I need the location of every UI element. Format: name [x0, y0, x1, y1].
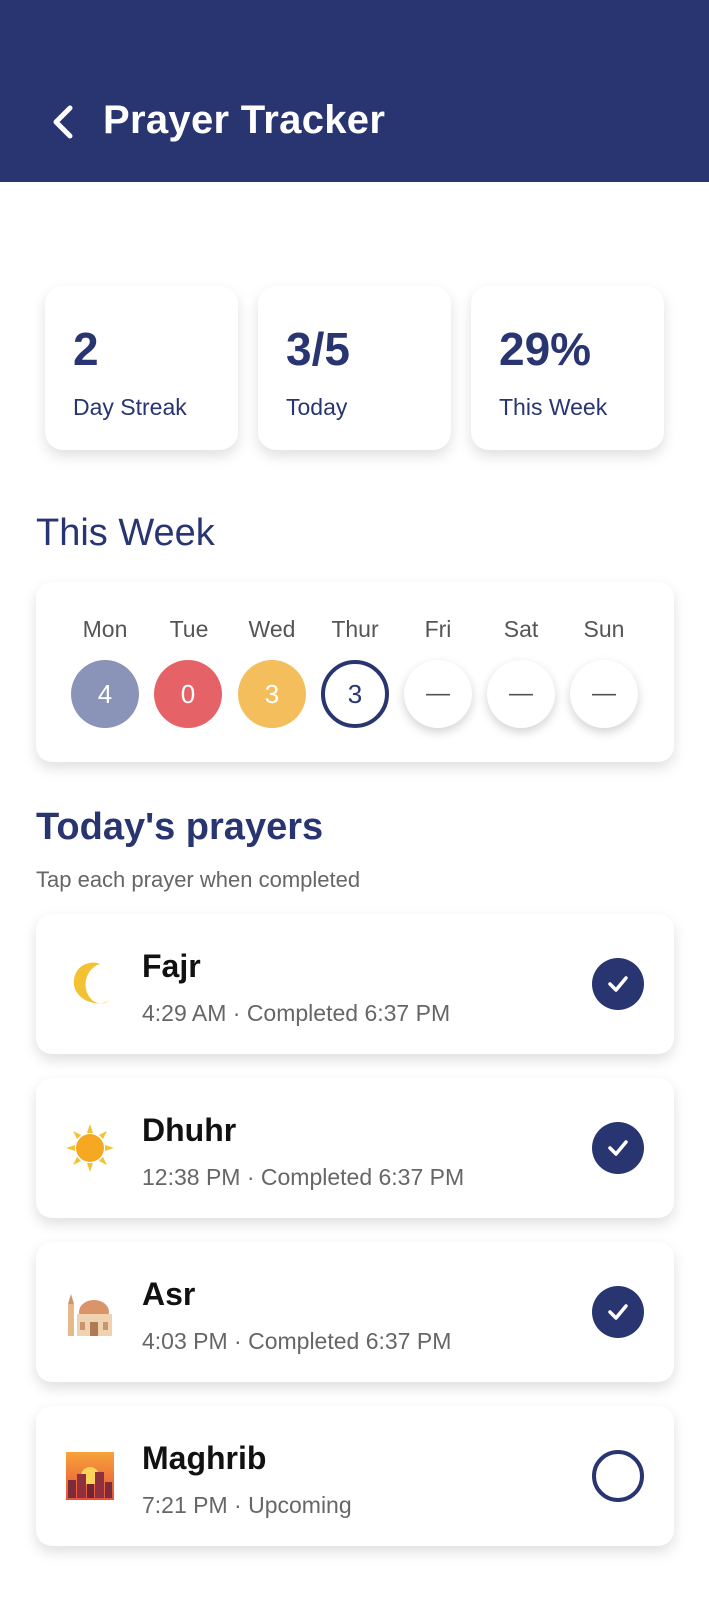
check-icon [608, 976, 628, 992]
stat-card-today: 3/5 Today [258, 286, 451, 450]
sunset-city-icon [66, 1452, 114, 1500]
day-label-sat: Sat [503, 616, 539, 642]
app-header: Prayer Tracker [0, 0, 709, 182]
stat-value: 3/5 [286, 323, 350, 375]
prayer-row-maghrib[interactable]: Maghrib 7:21 PM · Upcoming [36, 1406, 674, 1546]
week-card: Mon Tue Wed Thur Fri Sat Sun 4 0 3 3 — —… [36, 582, 674, 762]
prayer-meta: 12:38 PM · Completed 6:37 PM [142, 1164, 465, 1190]
crescent-moon-icon [73, 962, 110, 1004]
prayer-row-fajr[interactable]: Fajr 4:29 AM · Completed 6:37 PM [36, 914, 674, 1054]
mosque-icon [68, 1294, 112, 1336]
stat-label: Day Streak [73, 394, 187, 420]
day-label-mon: Mon [82, 616, 128, 642]
day-count-thur[interactable]: 3 [321, 660, 389, 728]
scrolled-content-edge [0, 182, 709, 222]
check-icon [608, 1304, 628, 1320]
day-count-wed[interactable]: 3 [238, 660, 306, 728]
day-label-tue: Tue [169, 616, 209, 642]
chevron-left-icon[interactable] [44, 102, 84, 142]
day-label-wed: Wed [248, 616, 296, 642]
prayer-meta: 7:21 PM · Upcoming [142, 1492, 352, 1518]
check-icon [608, 1140, 628, 1156]
incomplete-checkbox[interactable] [592, 1450, 644, 1502]
section-title-week: This Week [36, 512, 215, 554]
day-count-sun[interactable]: — [570, 660, 638, 728]
day-count-tue[interactable]: 0 [154, 660, 222, 728]
section-subtitle: Tap each prayer when completed [36, 867, 361, 892]
day-count-fri[interactable]: — [404, 660, 472, 728]
stat-label: This Week [499, 394, 608, 420]
day-label-sun: Sun [583, 616, 625, 642]
prayer-meta: 4:29 AM · Completed 6:37 PM [142, 1000, 451, 1026]
completed-checkbox[interactable] [592, 1122, 644, 1174]
day-label-thur: Thur [331, 616, 379, 642]
day-label-fri: Fri [424, 616, 452, 642]
prayer-row-dhuhr[interactable]: Dhuhr 12:38 PM · Completed 6:37 PM [36, 1078, 674, 1218]
section-title-prayers: Today's prayers [36, 806, 324, 848]
prayer-row-asr[interactable]: Asr 4:03 PM · Completed 6:37 PM [36, 1242, 674, 1382]
prayer-name: Fajr [142, 948, 201, 984]
prayer-name: Maghrib [142, 1440, 267, 1476]
prayer-meta: 4:03 PM · Completed 6:37 PM [142, 1328, 452, 1354]
stat-card-week: 29% This Week [471, 286, 664, 450]
stat-value: 2 [73, 323, 99, 375]
prayer-name: Asr [142, 1276, 196, 1312]
day-count-sat[interactable]: — [487, 660, 555, 728]
prayer-name: Dhuhr [142, 1112, 237, 1148]
stat-card-streak: 2 Day Streak [45, 286, 238, 450]
stat-value: 29% [499, 323, 592, 375]
completed-checkbox[interactable] [592, 1286, 644, 1338]
completed-checkbox[interactable] [592, 958, 644, 1010]
stat-label: Today [286, 394, 348, 420]
page-title: Prayer Tracker [103, 98, 386, 142]
day-count-mon[interactable]: 4 [71, 660, 139, 728]
sun-icon [66, 1124, 114, 1172]
